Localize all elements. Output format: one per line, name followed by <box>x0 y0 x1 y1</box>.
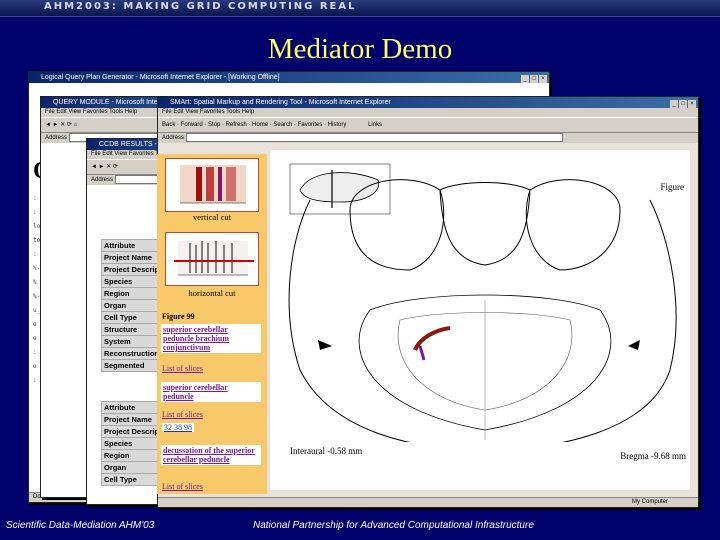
vertical-cut-thumbnail[interactable] <box>165 158 259 212</box>
close-icon[interactable]: × <box>688 100 696 108</box>
interaural-label: Interaural -0.58 mm <box>290 446 363 456</box>
address-label: Address <box>45 135 68 142</box>
window-titlebar[interactable]: SMArt: Spatial Markup and Rendering Tool… <box>158 97 698 108</box>
maximize-icon[interactable]: □ <box>530 75 538 83</box>
vertical-cut-icon <box>180 165 246 204</box>
slide-title: Mediator Demo <box>267 33 453 65</box>
minimize-icon[interactable]: _ <box>670 100 678 108</box>
structure-entry-1: superior cerebellar peduncle brachium co… <box>161 324 261 353</box>
close-icon[interactable]: × <box>539 75 547 83</box>
header-banner: AHM2003: MAKING GRID COMPUTING REAL <box>0 0 720 17</box>
maximize-icon[interactable]: □ <box>679 100 687 108</box>
slice-numbers[interactable]: 32 38 98 <box>162 423 194 432</box>
brain-section-drawing <box>280 163 680 468</box>
structure-link-1[interactable]: superior cerebellar peduncle brachium co… <box>163 325 259 352</box>
links-button[interactable]: Links <box>368 122 382 128</box>
slices-link-2[interactable]: List of slices <box>162 410 203 419</box>
footer-right: National Partnership for Advanced Comput… <box>253 520 534 531</box>
horizontal-cut-caption: horizontal cut <box>188 288 236 298</box>
window-title: SMArt: Spatial Markup and Rendering Tool… <box>170 99 391 106</box>
toolbar-buttons[interactable]: Back · Forward · Stop · Refresh · Home ·… <box>162 122 346 128</box>
minimize-icon[interactable]: _ <box>521 75 529 83</box>
structure-link-3[interactable]: decussation of the superior cerebellar p… <box>163 446 259 464</box>
slices-link-3[interactable]: List of slices <box>162 482 203 491</box>
status-bar: My Computer <box>158 497 698 507</box>
figure-label: Figure <box>660 182 685 192</box>
window-titlebar[interactable]: Logical Query Plan Generator - Microsoft… <box>29 72 549 83</box>
vertical-cut-caption: vertical cut <box>193 212 231 222</box>
address-input[interactable] <box>185 133 563 142</box>
menu-bar[interactable]: File Edit View Favorites Tools Help <box>158 108 698 117</box>
horizontal-cut-icon <box>174 241 254 276</box>
footer-left: Scientific Data-Mediation AHM'03 <box>6 520 155 531</box>
address-bar[interactable]: Address <box>158 133 698 143</box>
toolbar[interactable]: Back · Forward · Stop · Refresh · Home ·… <box>158 117 698 133</box>
structure-entry-3: decussation of the superior cerebellar p… <box>161 445 261 465</box>
horizontal-cut-thumbnail[interactable] <box>165 232 259 286</box>
sidebar-panel: vertical cut horizontal cut Figure 99 su… <box>157 154 267 494</box>
banner-text: AHM2003: MAKING GRID COMPUTING REAL <box>44 1 357 12</box>
window-title: Logical Query Plan Generator - Microsoft… <box>41 74 280 81</box>
bregma-label: Bregma -9.68 mm <box>620 451 686 461</box>
brain-atlas-view[interactable]: Figure Interaural -0.58 mm Bregma -9.68 … <box>270 150 690 490</box>
figure-number: Figure 99 <box>162 312 195 321</box>
address-label: Address <box>162 135 185 142</box>
structure-link-2[interactable]: superior cerebellar peduncle <box>163 383 259 401</box>
structure-entry-2: superior cerebellar peduncle <box>161 382 261 402</box>
status-zone: My Computer <box>631 499 668 505</box>
address-label: Address <box>91 177 114 184</box>
slices-link-1[interactable]: List of slices <box>162 364 203 373</box>
